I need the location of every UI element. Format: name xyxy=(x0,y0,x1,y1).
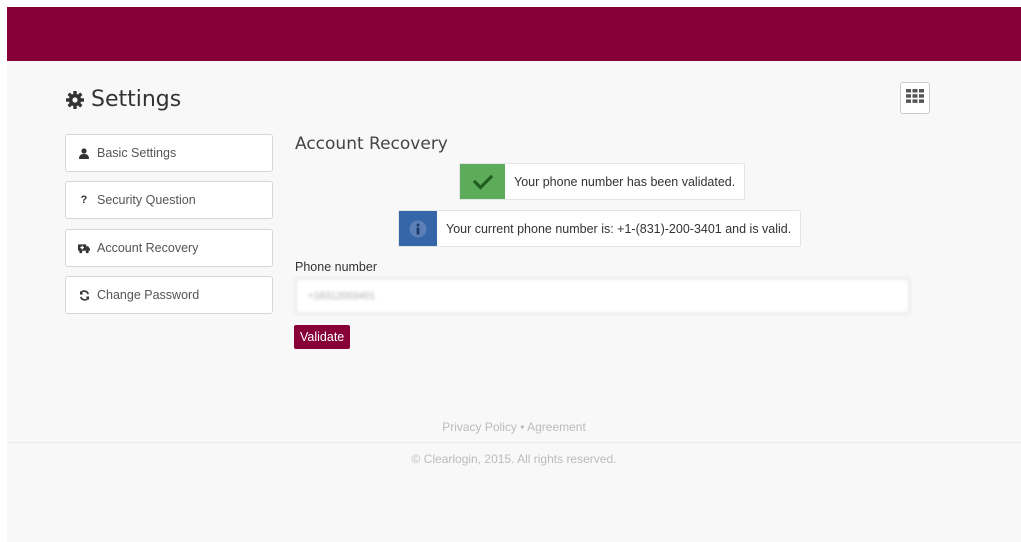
info-icon xyxy=(399,211,437,246)
agreement-link[interactable]: Agreement xyxy=(527,420,586,434)
footer-copyright: © Clearlogin, 2015. All rights reserved. xyxy=(411,452,617,466)
top-bar xyxy=(7,7,1021,61)
page-title: Settings xyxy=(65,87,181,112)
privacy-policy-link[interactable]: Privacy Policy xyxy=(442,420,517,434)
gear-icon xyxy=(65,90,85,110)
sidebar-item-label: Security Question xyxy=(97,193,196,207)
phone-number-label: Phone number xyxy=(295,260,378,274)
info-alert-text: Your current phone number is: +1-(831)-2… xyxy=(446,221,792,236)
section-title: Account Recovery xyxy=(295,134,448,154)
validate-button[interactable]: Validate xyxy=(294,325,351,349)
info-alert: Your current phone number is: +1-(831)-2… xyxy=(398,210,802,247)
apps-grid-button[interactable] xyxy=(900,82,930,114)
sidebar-item-label: Account Recovery xyxy=(97,241,199,255)
sidebar-item-security-question[interactable]: ? Security Question xyxy=(65,181,273,219)
grid-icon xyxy=(906,88,924,108)
page-title-text: Settings xyxy=(91,87,182,112)
footer-divider xyxy=(7,442,1021,443)
sidebar-item-label: Basic Settings xyxy=(97,146,177,160)
footer-separator: • xyxy=(520,420,525,434)
phone-number-input[interactable] xyxy=(295,278,910,314)
success-alert-text: Your phone number has been validated. xyxy=(514,174,736,189)
user-icon xyxy=(78,147,90,159)
page-frame: Settings Basic Settings ? Security Quest… xyxy=(7,7,1021,542)
refresh-icon xyxy=(78,289,90,301)
ambulance-icon xyxy=(78,243,90,254)
success-alert: Your phone number has been validated. xyxy=(459,163,746,200)
sidebar-item-change-password[interactable]: Change Password xyxy=(65,276,273,314)
question-icon: ? xyxy=(80,194,88,206)
footer-links: Privacy Policy • Agreement xyxy=(7,420,1021,434)
sidebar-item-basic-settings[interactable]: Basic Settings xyxy=(65,134,273,172)
check-icon xyxy=(460,164,505,199)
sidebar-item-label: Change Password xyxy=(97,288,200,302)
sidebar-item-account-recovery[interactable]: Account Recovery xyxy=(65,229,273,267)
